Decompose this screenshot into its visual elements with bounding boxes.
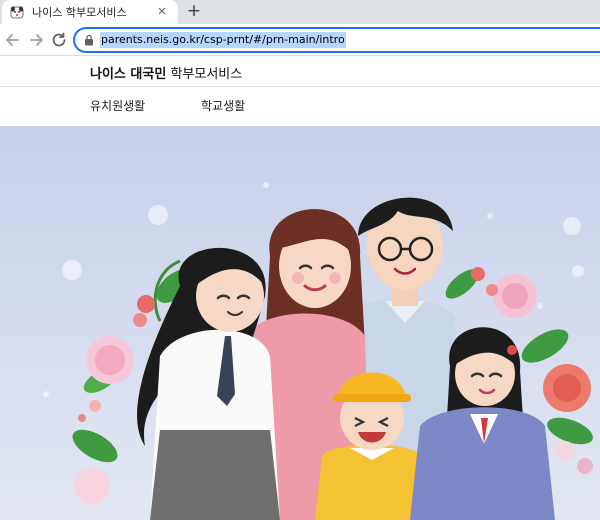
tab-title: 나이스 학부모서비스 (32, 6, 127, 19)
address-bar[interactable]: parents.neis.go.kr/csp-prnt/#/prn-main/i… (73, 27, 600, 53)
site-header: 나이스 대국민 학부모서비스 (0, 56, 600, 87)
browser-tab-strip: 나이스 학부모서비스 ✕ + (0, 0, 600, 24)
reload-icon[interactable] (49, 30, 69, 50)
browser-tab[interactable]: 나이스 학부모서비스 ✕ (2, 0, 178, 24)
close-icon[interactable]: ✕ (154, 4, 170, 20)
lock-icon[interactable] (84, 34, 94, 46)
dalmatian-favicon-icon (10, 6, 24, 19)
main-nav: 유치원생활 학교생활 (0, 88, 600, 126)
site-logo[interactable]: 나이스 대국민 학부모서비스 (90, 63, 242, 82)
arrow-left-icon[interactable] (3, 30, 23, 50)
logo-service: 학부모서비스 (170, 67, 243, 82)
plus-icon[interactable]: + (183, 1, 205, 23)
browser-toolbar: parents.neis.go.kr/csp-prnt/#/prn-main/i… (0, 24, 600, 56)
logo-brand: 나이스 대국민 (90, 67, 167, 82)
nav-item-kindergarten[interactable]: 유치원생활 (90, 97, 145, 114)
arrow-right-icon[interactable] (26, 30, 46, 50)
nav-item-school[interactable]: 학교생활 (201, 97, 245, 114)
family-illustration (43, 182, 593, 520)
url-text[interactable]: parents.neis.go.kr/csp-prnt/#/prn-main/i… (100, 32, 346, 48)
hero-banner (0, 126, 600, 520)
